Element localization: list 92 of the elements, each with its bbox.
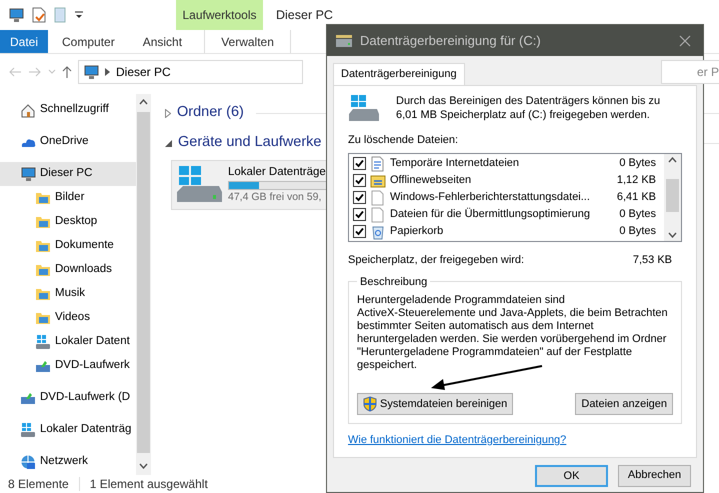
folder-icon [35,310,51,326]
chevron-icon [105,68,110,76]
checkbox[interactable] [353,157,366,170]
scroll-up-icon[interactable] [668,157,677,163]
file-name: Papierkorb [390,224,444,240]
group-heading[interactable]: Geräte und Laufwerke [178,132,322,154]
dropdown-caret-icon[interactable] [74,10,84,20]
address-bar[interactable]: Dieser PC [78,60,303,84]
sidebar-item[interactable]: Lokaler Datent [0,330,137,354]
sidebar-item[interactable]: Netzwerk [0,450,137,474]
blank-file-icon [370,206,386,222]
disc-drive-icon [20,390,36,406]
scroll-down-icon[interactable] [139,463,148,469]
folder-icon [35,286,51,302]
selection-count: 1 Element ausgewählt [90,476,208,493]
file-size: 6,41 KB [616,190,657,206]
document-icon [370,156,386,172]
checkbox[interactable] [353,225,366,238]
file-size: 0 Bytes [618,224,657,240]
monitor-icon[interactable] [8,7,24,23]
drive-name: Lokaler Datenträge [228,165,326,180]
globe-icon [20,454,36,470]
sidebar-item[interactable]: Schnellzugriff [0,98,137,122]
drive-icon [35,334,51,350]
ribbon-tab[interactable]: Computer [48,30,129,53]
blank-file-icon [370,190,386,206]
file-size: 1,12 KB [616,173,657,188]
file-size: 0 Bytes [618,207,657,222]
sidebar-item[interactable]: Lokaler Datenträg [0,418,137,442]
intro-text: Durch das Bereinigen des Datenträgers können bis zu 6,01 MB Speicherplatz auf (C:) freigegeben werden. [396,94,662,122]
drive-icon [20,422,36,438]
folder-icon [35,262,51,278]
folder-sync-icon [370,172,386,188]
sidebar-item[interactable]: Musik [0,282,137,306]
ribbon-tab[interactable]: Ansicht [128,30,196,53]
close-icon [679,34,691,46]
window-title: Dieser PC [276,6,333,24]
monitor-icon [20,166,36,182]
disc-drive-icon [35,358,51,374]
checkbox[interactable] [353,174,366,187]
search-field[interactable]: er P [661,60,719,84]
recycle-bin-icon [370,224,386,240]
dialog-button[interactable]: OK [535,464,608,486]
free-space-text: 47,4 GB frei von 59, [228,190,322,206]
description-text: Heruntergeladende Programmdateien sind ActiveX-Steuerelemente und Java-Applets, die beim Betrachten bestimmter Seiten automatisch aus dem Internet heruntergeladen werden. Sie werden vorübergehend im Ordner "Heruntergeladene Programmdateien" auf der Festplatte gespeichert. [357,294,669,372]
sidebar-item[interactable]: Videos [0,306,137,330]
collapsed-caret-icon[interactable] [165,108,171,118]
monitor-icon [83,64,99,80]
sidebar-item[interactable]: Dieser PC [0,162,137,186]
folder-icon [35,214,51,230]
scroll-down-icon[interactable] [668,232,677,238]
sidebar-item[interactable]: Downloads [0,258,137,282]
checkbox[interactable] [353,208,366,221]
dialog-title: Datenträgerbereinigung für (C:) [360,32,541,50]
file-name: Dateien für die Übermittlungsoptimierung [390,206,591,222]
shield-icon [363,396,377,412]
file-menu-tab[interactable]: Datei [0,30,48,53]
file-name: Windows-Fehlerberichterstattungsdatei... [390,190,591,206]
sidebar-item[interactable]: Desktop [0,210,137,234]
action-button[interactable]: Dateien anzeigen [575,392,673,415]
sidebar-item[interactable]: Dokumente [0,234,137,258]
file-size: 0 Bytes [618,156,657,172]
item-count: 8 Elemente [8,476,69,493]
sidebar-item[interactable]: OneDrive [0,130,137,154]
action-button[interactable]: Systemdateien bereinigen [357,392,514,415]
checkbox[interactable] [353,191,366,204]
scrollbar[interactable] [136,94,151,475]
dialog-button[interactable]: Abbrechen [618,464,691,486]
file-name: Offlinewebseiten [390,173,472,188]
file-name: Temporäre Internetdateien [390,156,520,172]
expanded-caret-icon[interactable] [165,140,172,146]
total-label: Speicherplatz, der freigegeben wird: [348,253,524,268]
house-icon [20,102,36,118]
help-link[interactable]: Wie funktioniert die Datenträgerbereinigung? [348,432,566,448]
breadcrumb[interactable]: Dieser PC [116,63,171,81]
scrollbar[interactable] [664,154,681,241]
scroll-up-icon[interactable] [139,99,148,105]
files-label: Zu löschende Dateien: [348,132,460,148]
file-list-row[interactable]: Papierkorb 0 Bytes [353,223,660,240]
hard-drive-icon [348,94,380,124]
folder-icon [35,190,51,206]
document-check-icon[interactable] [32,7,46,23]
sidebar-item[interactable]: Bilder [0,186,137,210]
up-arrow-icon[interactable] [62,65,72,79]
contextual-tab-label: Laufwerktools [176,0,263,30]
group-heading[interactable]: Ordner (6) [177,102,244,124]
folder-icon [35,238,51,254]
sidebar-item[interactable]: DVD-Laufwerk (D [0,386,137,410]
drive-cleanup-icon [335,34,353,48]
dialog-tab[interactable]: Datenträgerbereinigung [333,63,465,84]
sidebar-item[interactable]: DVD-Laufwerk [0,354,137,378]
total-size: 7,53 KB [632,253,672,268]
